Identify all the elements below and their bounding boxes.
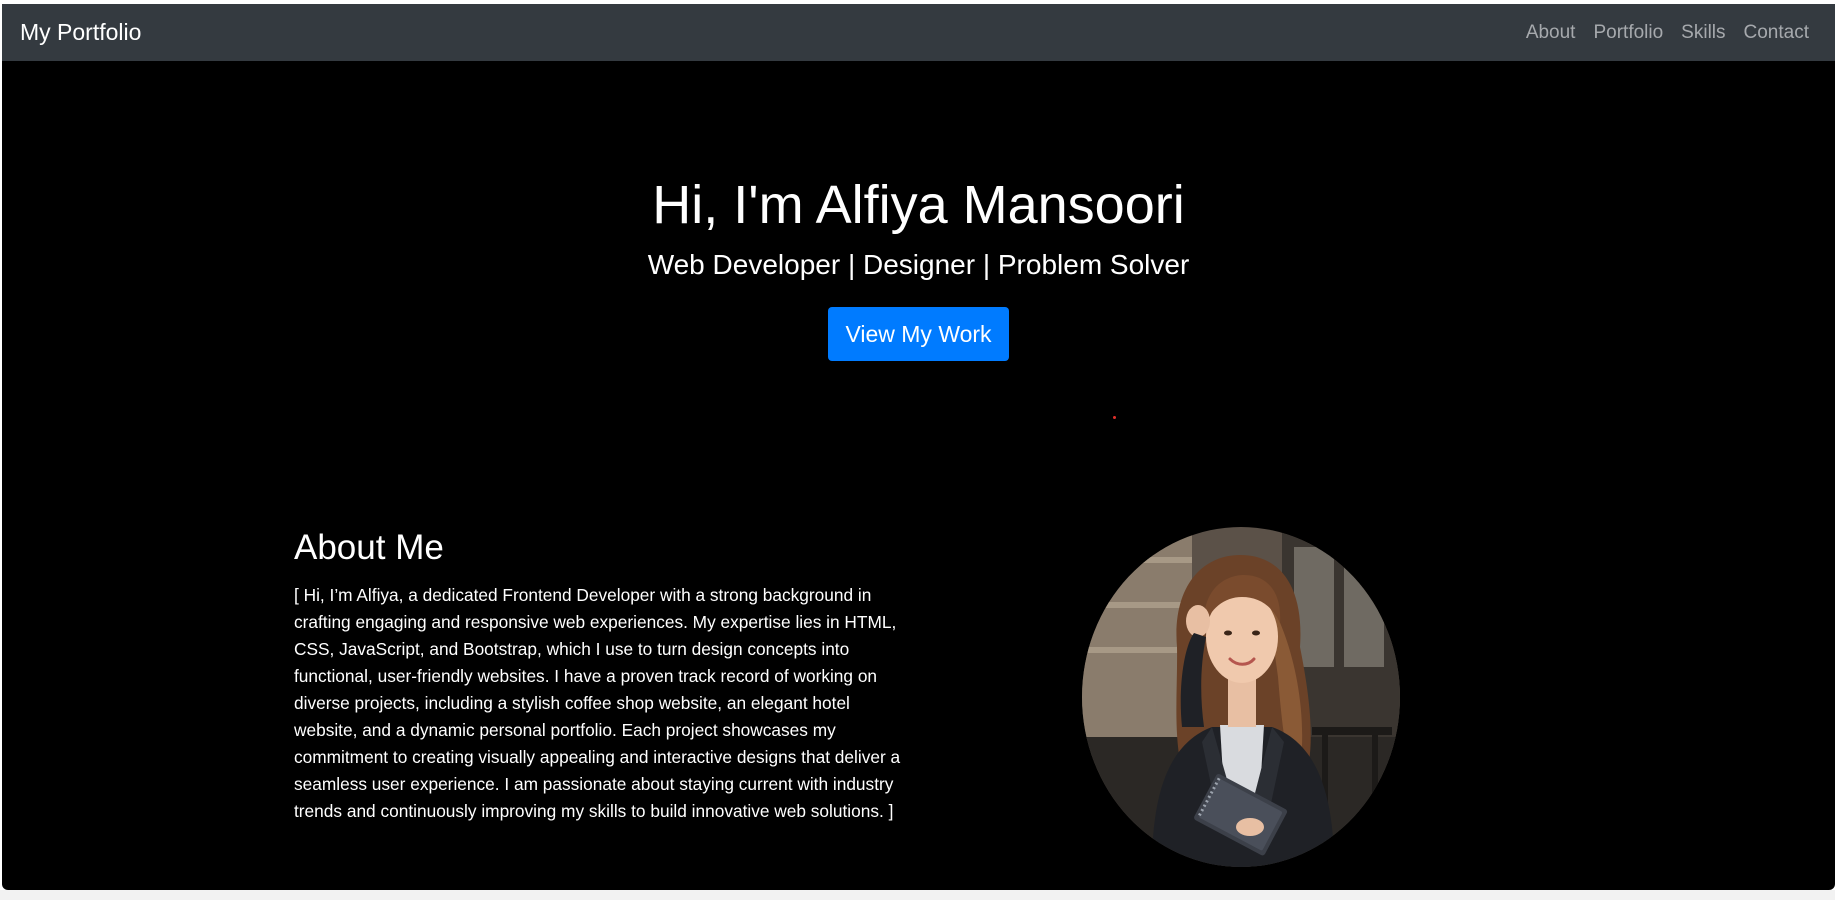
- navbar: My Portfolio About Portfolio Skills Cont…: [2, 4, 1835, 61]
- nav-link-contact[interactable]: Contact: [1744, 22, 1809, 44]
- bottom-strip: [0, 890, 1835, 900]
- nav-link-portfolio[interactable]: Portfolio: [1593, 22, 1663, 44]
- nav-link-about[interactable]: About: [1526, 22, 1576, 44]
- about-title: About Me: [294, 528, 444, 567]
- about-text: [ Hi, I’m Alfiya, a dedicated Frontend D…: [294, 585, 901, 821]
- view-my-work-button[interactable]: View My Work: [828, 307, 1009, 361]
- brand-link[interactable]: My Portfolio: [20, 19, 141, 46]
- hero-tagline: Web Developer | Designer | Problem Solve…: [647, 249, 1190, 280]
- nav-links: About Portfolio Skills Contact: [1508, 22, 1809, 44]
- profile-photo-illustration: [1082, 527, 1400, 867]
- page-frame: My Portfolio About Portfolio Skills Cont…: [2, 4, 1835, 890]
- nav-link-skills[interactable]: Skills: [1681, 22, 1725, 44]
- hero-title: Hi, I'm Alfiya Mansoori: [652, 175, 1185, 235]
- red-dot: [1113, 416, 1116, 419]
- profile-photo: [1082, 527, 1400, 867]
